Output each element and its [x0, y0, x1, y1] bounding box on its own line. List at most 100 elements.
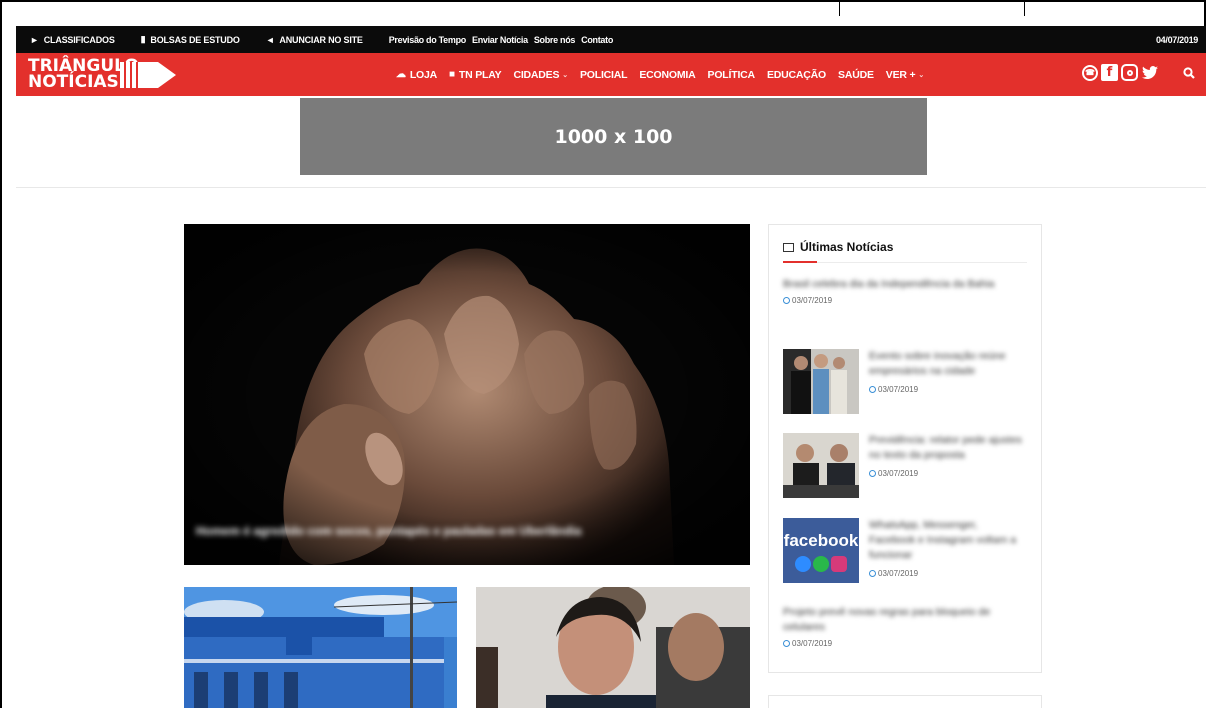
logo-text-line2: NOTÍCIAS — [28, 72, 119, 92]
chevron-down-icon: ⌄ — [918, 71, 925, 79]
sidebar-accent — [783, 261, 817, 263]
menu-label: SAÚDE — [838, 68, 874, 81]
news-thumb[interactable] — [783, 349, 859, 414]
clock-icon — [869, 570, 876, 577]
news-date: 03/07/2019 — [783, 296, 1033, 305]
top-bar: ► CLASSIFICADOS ▮ BOLSAS DE ESTUDO ◄ ANU… — [16, 26, 1206, 53]
sidebar-latest-news: Últimas Notícias Brasil celebra dia da I… — [768, 224, 1042, 673]
search-icon[interactable] — [1182, 66, 1196, 80]
news-date: 03/07/2019 — [869, 385, 1025, 394]
news-title[interactable]: Previdência: relator pede ajustes no tex… — [869, 433, 1025, 463]
news-date-text: 03/07/2019 — [792, 639, 833, 648]
sidebar-divider — [783, 262, 1027, 263]
tag-icon: ► — [30, 34, 39, 45]
ad-banner-label: 1000 x 100 — [554, 125, 673, 148]
link-previsao[interactable]: Previsão do Tempo — [389, 35, 467, 45]
instagram-icon[interactable] — [1121, 64, 1138, 81]
menu-item-educacao[interactable]: EDUCAÇÃO — [767, 69, 826, 81]
news-title[interactable]: WhatsApp, Messenger, Facebook e Instagra… — [869, 518, 1025, 563]
news-thumb[interactable]: facebook — [783, 518, 859, 583]
menu-label: POLICIAL — [579, 68, 628, 81]
megaphone-icon: ◄ — [265, 34, 275, 45]
menu-label: ECONOMIA — [639, 68, 696, 81]
current-date: 04/07/2019 — [1155, 34, 1198, 45]
hero-image — [184, 224, 750, 565]
menu-label: EDUCAÇÃO — [766, 68, 827, 81]
facebook-icon[interactable]: f — [1101, 64, 1118, 81]
link-contato[interactable]: Contato — [581, 35, 613, 45]
link-enviar-noticia[interactable]: Enviar Notícia — [472, 35, 528, 45]
top-link-classificados[interactable]: ► CLASSIFICADOS — [30, 35, 115, 45]
menu-item-ver-mais[interactable]: VER + ⌄ — [885, 68, 925, 81]
menu-item-economia[interactable]: ECONOMIA — [639, 69, 695, 81]
link-sobre[interactable]: Sobre nós — [534, 35, 576, 45]
article-image — [184, 587, 457, 708]
news-title[interactable]: Brasil celebra dia da Independência da B… — [783, 277, 1003, 292]
news-date-text: 03/07/2019 — [878, 569, 919, 578]
header-divider — [16, 187, 1206, 188]
news-title[interactable]: Projeto prevê novas regras para bloqueio… — [783, 605, 1013, 635]
clock-icon — [869, 386, 876, 393]
book-icon: ▮ — [140, 34, 146, 44]
news-date: 03/07/2019 — [869, 569, 1025, 578]
list-item[interactable]: Brasil celebra dia da Independência da B… — [783, 277, 1033, 305]
facebook-logo-text: facebook — [784, 531, 859, 550]
article-image — [476, 587, 750, 708]
news-image — [783, 433, 859, 498]
top-link-bolsas[interactable]: ▮ BOLSAS DE ESTUDO — [141, 34, 240, 45]
chevron-down-icon: ⌄ — [562, 71, 568, 79]
clock-icon — [783, 297, 790, 304]
menu-item-loja[interactable]: ☁ LOJA — [396, 69, 437, 81]
news-text: WhatsApp, Messenger, Facebook e Instagra… — [869, 518, 1025, 578]
shop-icon: ☁ — [396, 69, 406, 80]
menu-label: TN PLAY — [458, 68, 502, 81]
hero-caption[interactable]: Homem é agredido com socos, pontapés e p… — [196, 524, 581, 538]
news-image: facebook — [783, 518, 859, 583]
top-link-label: BOLSAS DE ESTUDO — [150, 34, 240, 45]
sidebar-header: Últimas Notícias — [783, 240, 893, 254]
news-title[interactable]: Evento sobre inovação reúne empresários … — [869, 349, 1025, 379]
hero-article[interactable]: Homem é agredido com socos, pontapés e p… — [184, 224, 750, 565]
news-date: 03/07/2019 — [783, 639, 1033, 648]
browser-page: ► CLASSIFICADOS ▮ BOLSAS DE ESTUDO ◄ ANU… — [16, 26, 1206, 708]
menu-label: POLÍTICA — [707, 68, 756, 81]
site-logo[interactable]: TRIÂNGULO NOTÍCIAS — [28, 56, 178, 94]
news-date: 03/07/2019 — [869, 469, 1025, 478]
news-text: Evento sobre inovação reúne empresários … — [869, 349, 1025, 394]
twitter-icon[interactable] — [1141, 64, 1158, 81]
menu-item-tn-play[interactable]: ■ TN PLAY — [449, 68, 502, 81]
sidebar-widget — [768, 695, 1042, 708]
whatsapp-icon[interactable]: ☎ — [1082, 64, 1098, 81]
menu-item-policial[interactable]: POLICIAL — [579, 68, 628, 81]
ad-banner[interactable]: 1000 x 100 — [300, 98, 927, 175]
newspaper-icon — [783, 242, 794, 252]
clock-icon — [783, 640, 790, 647]
article-thumb[interactable] — [476, 587, 750, 708]
clock-icon — [869, 470, 876, 477]
top-link-label: CLASSIFICADOS — [43, 34, 115, 45]
menu-item-saude[interactable]: SAÚDE — [838, 69, 874, 81]
logo-arrow-icon — [120, 62, 176, 88]
frame-tick — [1024, 0, 1025, 16]
top-link-anunciar[interactable]: ◄ ANUNCIAR NO SITE — [266, 35, 363, 45]
news-date-text: 03/07/2019 — [878, 469, 919, 478]
list-item[interactable]: Projeto prevê novas regras para bloqueio… — [783, 605, 1033, 648]
frame-tick — [839, 0, 840, 16]
menu-label: LOJA — [409, 68, 438, 81]
menu-item-politica[interactable]: POLÍTICA — [707, 68, 756, 81]
news-date-text: 03/07/2019 — [792, 296, 833, 305]
menu-item-cidades[interactable]: CIDADES ⌄ — [513, 69, 568, 81]
news-image — [783, 349, 859, 414]
news-date-text: 03/07/2019 — [878, 385, 919, 394]
social-links: ☎ f — [1079, 64, 1158, 81]
top-link-label: ANUNCIAR NO SITE — [279, 34, 363, 45]
news-thumb[interactable] — [783, 433, 859, 498]
sidebar-title: Últimas Notícias — [800, 240, 894, 254]
menu-label: CIDADES — [513, 68, 560, 81]
video-icon: ■ — [449, 69, 455, 80]
menu-label: VER + — [885, 68, 916, 81]
main-menu: ☁ LOJA ■ TN PLAY CIDADES ⌄ POLICIAL ECON… — [396, 53, 936, 96]
article-thumb[interactable] — [184, 587, 457, 708]
news-text: Previdência: relator pede ajustes no tex… — [869, 433, 1025, 478]
main-nav: TRIÂNGULO NOTÍCIAS ☁ LOJA ■ TN PLAY CIDA… — [16, 53, 1206, 96]
